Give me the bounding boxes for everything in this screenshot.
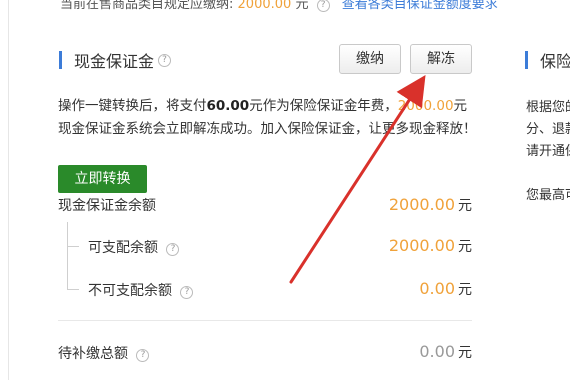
unit-label: 元 [458,345,472,361]
balance-value-row: 2000.00 元 [389,195,472,215]
pending-value-row: 0.00 元 [419,342,472,362]
left-border [8,0,9,380]
conversion-description: 操作一键转换后，将支付60.00元作为保险保证金年费，2000.00元现金保证金… [58,95,478,141]
help-icon[interactable]: ? [136,349,150,362]
balance-value: 2000.00 [388,195,455,214]
unavailable-value-row: 0.00 元 [419,279,472,299]
description-text: 操作一键转换后，将支付 [58,98,207,114]
insurance-deposit-title: 保险 [540,52,570,71]
available-balance-label: 可支配余额 [88,240,158,256]
pending-total-value: 0.00 [419,342,455,361]
section-accent-bar [525,51,528,69]
required-deposit-unit: 元 [295,0,309,12]
unavailable-balance-label: 不可支配余额 [88,283,172,299]
section-accent-bar [59,51,62,69]
tree-connector [67,222,68,290]
required-deposit-amount: 2000.00 [237,0,292,12]
help-icon[interactable]: ? [166,243,180,256]
annual-fee-amount: 60.00 [206,98,250,114]
tree-connector [67,246,79,247]
unfreeze-button[interactable]: 解冻 [410,44,472,74]
help-icon[interactable]: ? [158,53,172,67]
view-requirements-link[interactable]: 查看各类目保证金额度要求 [342,0,498,12]
unavailable-balance-row-label: 不可支配余额 ? [88,280,194,300]
available-value-row: 2000.00 元 [389,236,472,256]
section-divider [58,320,472,321]
help-icon[interactable]: ? [316,0,330,12]
insurance-deposit-header: 保险 [525,49,570,71]
insurance-line: 分、退款 [526,122,570,137]
available-balance-row-label: 可支配余额 ? [88,237,180,257]
available-balance-value: 2000.00 [388,236,455,255]
insurance-max-line: 您最高可 [526,188,570,203]
unit-label: 元 [458,239,472,255]
cash-deposit-header: 现金保证金 ? [59,49,172,71]
pay-button[interactable]: 缴纳 [339,44,401,74]
pending-total-label: 待补缴总额 [58,346,128,362]
convert-now-button[interactable]: 立即转换 [58,165,147,193]
insurance-description: 根据您的 分、退款 请开通保 [526,97,570,163]
balance-label: 现金保证金余额 [58,198,156,214]
unavailable-balance-value: 0.00 [419,279,455,298]
unfreeze-amount: 2000.00 [397,98,454,114]
insurance-line: 根据您的 [526,100,570,115]
help-icon[interactable]: ? [180,286,194,299]
required-deposit-label: 当前在售商品类目规定应缴纳: [60,0,234,12]
pending-total-row-label: 待补缴总额 ? [58,343,150,363]
description-text: 元作为保险保证金年费， [249,98,398,114]
cash-deposit-title: 现金保证金 [74,52,155,71]
insurance-line: 请开通保 [526,144,570,159]
required-deposit-line: 当前在售商品类目规定应缴纳: 2000.00 元 ? 查看各类目保证金额度要求 [60,0,498,12]
unit-label: 元 [458,198,472,214]
tree-connector [67,289,79,290]
unit-label: 元 [458,282,472,298]
